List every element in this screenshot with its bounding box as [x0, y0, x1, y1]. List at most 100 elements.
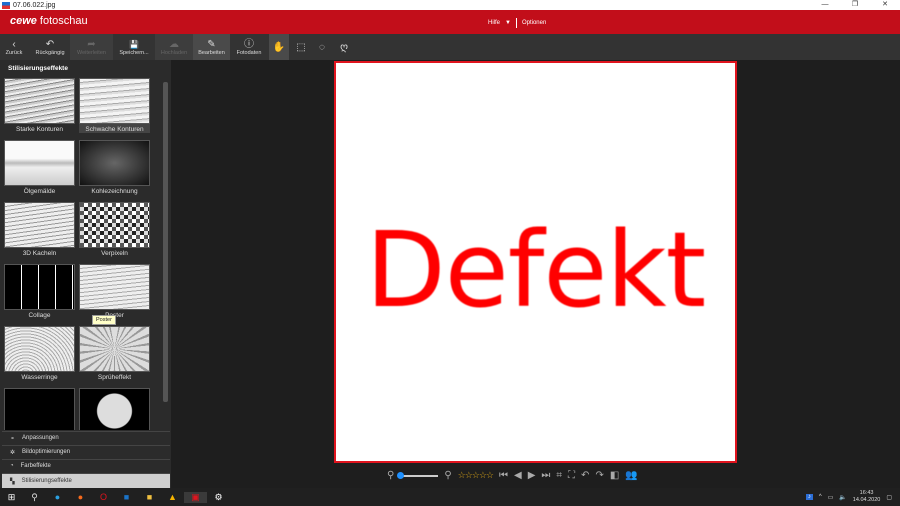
compare-icon[interactable]: ◧ [610, 470, 619, 481]
effect-schwache-konturen[interactable]: Schwache Konturen [79, 78, 150, 133]
effect-thumbnail-circle[interactable] [79, 388, 150, 430]
effect-3d-kacheln[interactable]: 3D Kacheln [4, 202, 75, 257]
app-icon [2, 1, 10, 9]
clock[interactable]: 16:43 14.04.2020 [853, 490, 881, 504]
effect-verpixeln[interactable]: Verpixeln [79, 202, 150, 257]
effect-thumbnail [4, 264, 75, 310]
chevron-up-icon[interactable]: ^ [819, 494, 822, 500]
effect-collage[interactable]: Collage [4, 264, 75, 319]
effect-thumbnail [4, 388, 75, 430]
effect-oelgemaelde[interactable]: Ölgemälde [4, 140, 75, 195]
zoom-in-icon[interactable]: ⚲ [444, 470, 451, 481]
title-bar: 07.06.022.jpg [0, 0, 900, 10]
effect-thumbnail-black[interactable] [4, 388, 75, 430]
search-icon[interactable]: ⚲ [23, 492, 46, 503]
settings-icon[interactable]: ⚙ [207, 492, 230, 503]
fotoschau-taskbar-icon[interactable]: ▣ [184, 491, 207, 503]
forward-button[interactable]: ➦ Weiterleiten [70, 34, 113, 60]
sliders-icon: ⚬ [10, 435, 16, 442]
back-button[interactable]: ‹ Zurück [0, 34, 28, 60]
close-button[interactable]: ✕ [870, 0, 900, 10]
effect-label: Wasserringe [21, 374, 58, 381]
crop-icon[interactable]: ⌗ [556, 470, 562, 481]
share-icon: ➦ [87, 38, 96, 50]
undo-icon: ↶ [45, 38, 55, 50]
effect-poster[interactable]: Poster [79, 264, 150, 319]
effect-thumbnail [79, 78, 150, 124]
bottom-bar: ⚲ ⚲ ☆☆☆☆☆ ⏮ ◀ ▶ ⏭ ⌗ ⛶ ↶ ↷ ◧ 👥 [171, 463, 900, 488]
effect-spruehfeffekt[interactable]: Sprüheffekt [79, 326, 150, 381]
last-icon[interactable]: ⏭ [541, 470, 550, 481]
rotate-right-icon[interactable]: ↷ [595, 470, 603, 481]
opera-icon[interactable]: O [92, 492, 115, 502]
effect-label: Starke Konturen [16, 126, 63, 133]
music-icon[interactable]: ♪ [805, 494, 813, 500]
effect-thumbnail [79, 264, 150, 310]
window-controls: — ❐ ✕ [810, 0, 900, 10]
outlook-icon[interactable]: ■ [115, 492, 138, 502]
file-explorer-icon[interactable]: ■ [138, 492, 161, 502]
save-button[interactable]: 💾 Speichern... [113, 34, 155, 60]
rotate-left-icon[interactable]: ↶ [581, 470, 589, 481]
help-menu[interactable]: Hilfe [488, 20, 500, 26]
accordion-stilisierungseffekte[interactable]: ▚ Stilisierungseffekte [2, 473, 170, 488]
app-icon[interactable]: ▲ [161, 492, 184, 502]
network-icon[interactable]: ▭ [828, 494, 834, 501]
hand-tool[interactable]: ✋ [269, 34, 289, 60]
edit-button[interactable]: ✎ Bearbeiten [193, 34, 230, 60]
zoom-slider[interactable] [397, 471, 439, 479]
effect-wasserringe[interactable]: Wasserringe [4, 326, 75, 381]
accordion-label: Bildoptimierungen [22, 449, 71, 455]
ellipse-select-tool[interactable]: ◌ [312, 34, 332, 60]
effect-thumbnail [79, 202, 150, 248]
notifications-icon[interactable]: ▢ [886, 494, 892, 501]
upload-button[interactable]: ☁ Hochladen [155, 34, 193, 60]
hand-icon: ✋ [272, 41, 286, 53]
photo-info-button[interactable]: ⓘ Fotodaten [230, 34, 268, 60]
firefox-icon[interactable]: ● [69, 492, 92, 502]
effect-thumbnail [79, 388, 150, 430]
back-icon: ‹ [12, 38, 16, 50]
app-header: cewe fotoschau Hilfe ▼ Optionen [0, 10, 900, 34]
volume-icon[interactable]: 🔈 [839, 494, 846, 501]
maximize-button[interactable]: ❐ [840, 0, 870, 10]
effect-thumbnail [4, 202, 75, 248]
effect-thumbnail [4, 78, 75, 124]
fullscreen-icon[interactable]: ⛶ [568, 470, 575, 481]
windows-start-icon[interactable]: ⊞ [0, 492, 23, 503]
system-tray: ♪ ^ ▭ 🔈 16:43 14.04.2020 ▢ [805, 488, 900, 506]
sun-icon: ✲ [10, 449, 16, 456]
undo-button[interactable]: ↶ Rückgängig [30, 34, 70, 60]
zoom-slider-handle[interactable] [397, 471, 405, 479]
accordion-anpassungen[interactable]: ⚬ Anpassungen [2, 431, 170, 444]
accordion-bildoptimierungen[interactable]: ✲ Bildoptimierungen [2, 445, 170, 458]
label: Weiterleiten [77, 49, 106, 56]
label: Hochladen [160, 49, 188, 56]
lasso-tool[interactable]: ღ [334, 34, 354, 60]
next-icon[interactable]: ▶ [528, 470, 536, 481]
options-menu[interactable]: Optionen [522, 20, 546, 26]
photo-canvas[interactable]: Defekt [334, 61, 737, 463]
logo: cewe fotoschau [10, 15, 88, 27]
previous-icon[interactable]: ◀ [514, 470, 522, 481]
edge-icon[interactable]: ● [46, 492, 69, 502]
brand: cewe [10, 15, 37, 27]
zoom-out-icon[interactable]: ⚲ [387, 470, 394, 481]
rating-stars[interactable]: ☆☆☆☆☆ [458, 470, 494, 481]
effect-thumbnail [4, 140, 75, 186]
window-title: 07.06.022.jpg [13, 1, 56, 9]
effect-starke-konturen[interactable]: Starke Konturen [4, 78, 75, 133]
effect-label: Schwache Konturen [85, 126, 144, 133]
label: Rückgängig [35, 49, 65, 56]
panel-scrollbar[interactable] [163, 82, 168, 402]
faces-icon[interactable]: 👥 [625, 470, 637, 481]
effect-kohlezeichnung[interactable]: Kohlezeichnung [79, 140, 150, 195]
effect-label: 3D Kacheln [22, 250, 57, 257]
effect-thumbnail [79, 326, 150, 372]
chevron-down-icon[interactable]: ▼ [505, 20, 511, 26]
first-icon[interactable]: ⏮ [499, 470, 508, 481]
app-name: fotoschau [39, 15, 88, 27]
minimize-button[interactable]: — [810, 0, 840, 10]
accordion-farbeffekte[interactable]: ◔ Farbeffekte [2, 459, 170, 472]
rect-select-tool[interactable]: ⬚ [291, 34, 311, 60]
